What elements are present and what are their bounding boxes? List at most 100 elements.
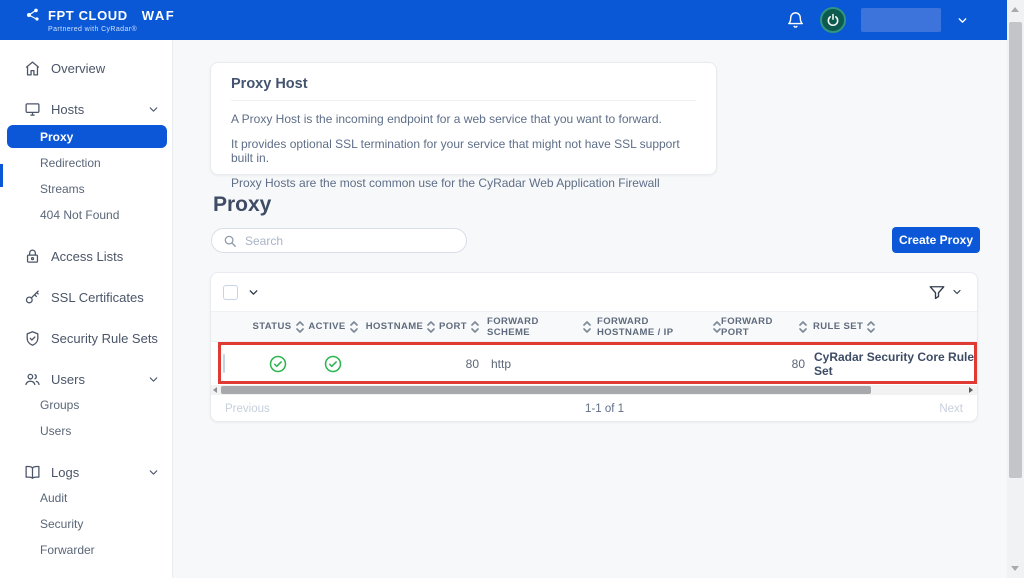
product-name: WAF [142, 9, 175, 22]
partner-tagline: Partnered with CyRadar® [48, 26, 175, 33]
chevron-down-icon [147, 373, 160, 386]
sidebar-item-ssl-certificates[interactable]: SSL Certificates [0, 286, 172, 308]
pagination-info: 1-1 of 1 [585, 403, 624, 415]
select-all-checkbox[interactable] [223, 285, 238, 300]
power-icon [826, 13, 840, 27]
scroll-left-arrow[interactable] [213, 387, 217, 393]
vertical-scrollbar[interactable] [1007, 0, 1024, 578]
home-icon [24, 60, 41, 77]
sort-icon [427, 320, 435, 334]
search-box[interactable] [211, 228, 467, 253]
column-header-hostname[interactable]: HOSTNAME [359, 320, 442, 334]
sort-icon [799, 320, 807, 334]
sidebar-item-404-not-found[interactable]: 404 Not Found [0, 204, 172, 226]
scroll-up-arrow[interactable] [1011, 7, 1019, 12]
sidebar-item-overview[interactable]: Overview [0, 57, 172, 79]
active-ok-badge [307, 355, 359, 373]
info-card-line: A Proxy Host is the incoming endpoint fo… [231, 112, 696, 126]
column-header-status[interactable]: STATUS [249, 320, 307, 334]
table-toolbar [211, 273, 977, 311]
create-proxy-button[interactable]: Create Proxy [892, 227, 980, 253]
sidebar-item-label: SSL Certificates [51, 290, 144, 305]
scroll-right-arrow[interactable] [969, 387, 973, 393]
sidebar-item-users[interactable]: Users [0, 368, 172, 390]
previous-page-button[interactable]: Previous [225, 403, 270, 415]
select-menu-button[interactable] [247, 286, 260, 299]
next-page-button[interactable]: Next [939, 403, 963, 415]
filter-button[interactable] [928, 283, 963, 301]
sidebar-item-security-rule-sets[interactable]: Security Rule Sets [0, 327, 172, 349]
sidebar-item-label: Redirection [40, 156, 101, 170]
sidebar-item-label: Security Rule Sets [51, 331, 158, 346]
sidebar-item-label: Audit [40, 491, 67, 505]
column-header-forward-hostname[interactable]: FORWARD HOSTNAME / IP [591, 316, 721, 338]
column-header-port[interactable]: PORT [442, 320, 481, 334]
sort-icon [471, 320, 479, 334]
sort-icon [350, 320, 358, 334]
chevron-down-icon [956, 14, 969, 27]
sidebar-item-logs[interactable]: Logs [0, 461, 172, 483]
sort-icon [583, 320, 591, 334]
column-header-rule-set[interactable]: RULE SET [807, 320, 979, 334]
horizontal-scrollbar-thumb[interactable] [221, 386, 871, 394]
sidebar-item-label: Streams [40, 182, 85, 196]
column-header-active[interactable]: ACTIVE [307, 320, 359, 334]
column-header-forward-port[interactable]: FORWARD PORT [721, 316, 807, 338]
sidebar-item-proxy[interactable]: Proxy [7, 125, 167, 148]
notifications-button[interactable] [786, 10, 805, 30]
page-title: Proxy [213, 193, 271, 217]
monitor-icon [24, 101, 41, 118]
lock-icon [24, 248, 41, 265]
bell-icon [786, 10, 805, 30]
search-input[interactable] [245, 234, 445, 248]
sidebar-item-streams[interactable]: Streams [0, 178, 172, 200]
top-header-bar: FPT CLOUD WAF Partnered with CyRadar® [0, 0, 1007, 40]
table-row[interactable]: 80 http 80 CyRadar Security Core Rule Se… [211, 342, 977, 385]
key-icon [24, 289, 41, 306]
row-checkbox[interactable] [223, 354, 225, 373]
port-cell: 80 [442, 357, 481, 371]
sidebar-item-users-sub[interactable]: Users [0, 420, 172, 442]
search-icon [223, 234, 237, 248]
chevron-down-icon [147, 103, 160, 116]
shield-check-icon [24, 330, 41, 347]
sidebar-item-security-log[interactable]: Security [0, 513, 172, 535]
fpt-cloud-logo-icon [26, 7, 42, 23]
sidebar-item-hosts[interactable]: Hosts [0, 98, 172, 120]
chevron-down-icon [951, 286, 963, 298]
rule-set-cell: CyRadar Security Core Rule Set [807, 350, 979, 378]
vertical-scrollbar-thumb[interactable] [1009, 22, 1022, 478]
sidebar-item-forwarder[interactable]: Forwarder [0, 539, 172, 561]
horizontal-scrollbar[interactable] [211, 385, 977, 395]
sidebar-item-label: Access Lists [51, 249, 123, 264]
chevron-down-icon [147, 466, 160, 479]
sort-icon [296, 320, 304, 334]
sidebar-item-label: 404 Not Found [40, 208, 119, 222]
account-name-redacted[interactable] [861, 8, 941, 32]
active-item-indicator [0, 164, 3, 187]
proxy-host-info-card: Proxy Host A Proxy Host is the incoming … [210, 62, 717, 175]
sort-icon [713, 320, 721, 334]
sidebar-item-audit[interactable]: Audit [0, 487, 172, 509]
account-menu-button[interactable] [956, 14, 969, 27]
info-card-title: Proxy Host [231, 76, 696, 101]
check-circle-icon [324, 355, 342, 373]
pagination-bar: Previous 1-1 of 1 Next [211, 395, 977, 423]
sidebar-item-groups[interactable]: Groups [0, 394, 172, 416]
scroll-down-arrow[interactable] [1011, 566, 1019, 571]
filter-funnel-icon [928, 283, 946, 301]
sidebar-item-label: Proxy [40, 130, 73, 144]
info-card-line: It provides optional SSL termination for… [231, 137, 696, 165]
info-card-line: Proxy Hosts are the most common use for … [231, 176, 696, 190]
sidebar-item-label: Users [40, 424, 71, 438]
sidebar-item-redirection[interactable]: Redirection [0, 152, 172, 174]
fpt-cloud-waf-logo[interactable]: FPT CLOUD WAF Partnered with CyRadar® [26, 7, 175, 33]
chevron-down-icon [247, 286, 260, 299]
users-icon [24, 371, 41, 388]
proxy-table-card: STATUS ACTIVE HOSTNAME PORT FORWARD SCHE… [210, 272, 978, 422]
power-status-badge[interactable] [820, 7, 846, 33]
column-header-forward-scheme[interactable]: FORWARD SCHEME [481, 316, 591, 338]
brand-name: FPT CLOUD [48, 9, 128, 22]
sidebar-item-access-lists[interactable]: Access Lists [0, 245, 172, 267]
waf-application-window: FPT CLOUD WAF Partnered with CyRadar® [0, 0, 1024, 578]
